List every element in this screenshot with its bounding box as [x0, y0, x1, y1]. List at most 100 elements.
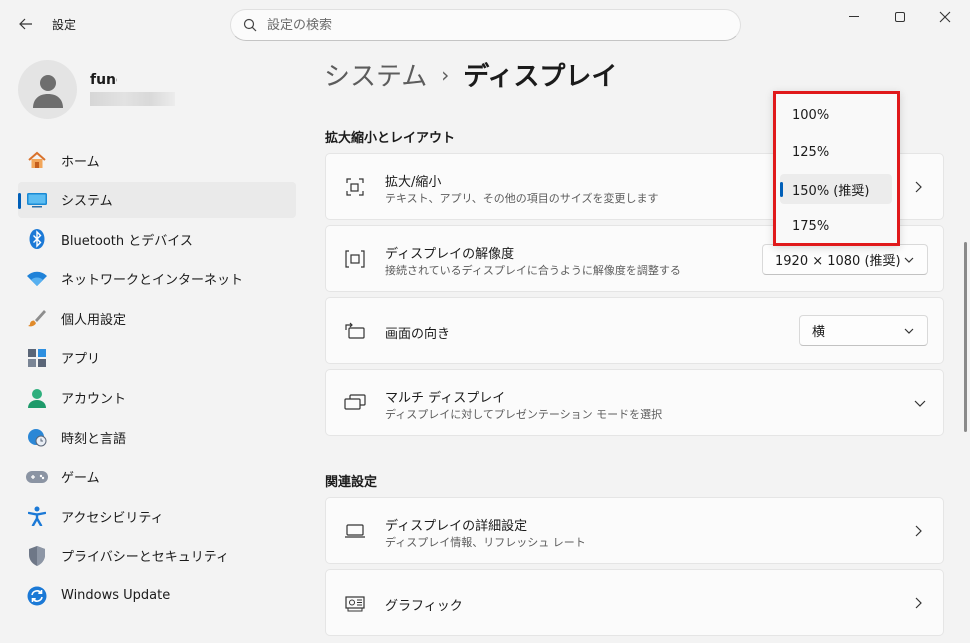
sidebar-item-label: アカウント [61, 392, 127, 408]
scale-options-popup: 100% 125% 150% (推奨) 175% [773, 91, 900, 246]
sidebar-item-label: Windows Update [61, 588, 171, 604]
bluetooth-icon [26, 228, 48, 250]
search-input[interactable] [267, 17, 687, 33]
multi-display-icon [344, 392, 366, 414]
sidebar-item-label: Bluetooth とデバイス [61, 233, 193, 249]
section-title-layout: 拡大縮小とレイアウト [325, 131, 456, 146]
sidebar-item-apps[interactable]: アプリ [18, 340, 296, 376]
sidebar-item-label: 時刻と言語 [61, 431, 127, 447]
user-avatar-icon [32, 74, 63, 108]
accessibility-icon [26, 505, 48, 527]
app-title: 設定 [52, 18, 77, 32]
scale-option-150[interactable]: 150% (推奨) [780, 174, 892, 204]
time-language-icon [26, 426, 48, 448]
sidebar-item-label: システム [61, 194, 113, 210]
sidebar-item-label: アプリ [61, 352, 101, 368]
selected-indicator [780, 182, 783, 197]
advanced-display-subtitle: ディスプレイ情報、リフレッシュ レート [385, 536, 586, 549]
graphics-title: グラフィック [385, 599, 463, 614]
scale-title: 拡大/縮小 [385, 175, 442, 190]
scale-icon [344, 176, 366, 198]
multi-display-card[interactable]: マルチ ディスプレイ ディスプレイに対してプレゼンテーション モードを選択 [325, 369, 944, 436]
wifi-icon [26, 268, 48, 290]
sidebar-item-label: 個人用設定 [61, 312, 127, 328]
orientation-icon [344, 320, 366, 342]
scale-option-100[interactable]: 100% [780, 100, 892, 130]
back-button[interactable] [14, 12, 38, 36]
graphics-card[interactable]: グラフィック [325, 569, 944, 636]
home-icon [26, 149, 48, 171]
scale-option-150-label: 150% (推奨) [792, 183, 870, 199]
resolution-dropdown[interactable]: 1920 × 1080 (推奨) [762, 244, 928, 275]
brush-icon [26, 307, 48, 329]
orientation-dropdown[interactable]: 横 [799, 315, 928, 346]
resolution-icon [344, 248, 366, 270]
sidebar-item-label: ホーム [61, 154, 100, 170]
close-button[interactable] [930, 6, 960, 28]
sidebar-item-label: ネットワークとインターネット [61, 273, 244, 289]
chevron-down-icon [904, 328, 914, 334]
sidebar-item-privacy[interactable]: プライバシーとセキュリティ [18, 538, 296, 574]
chevron-right-icon [915, 525, 922, 537]
back-arrow-icon [19, 18, 32, 30]
sidebar-item-gaming[interactable]: ゲーム [18, 459, 296, 495]
profile-email-redacted [90, 92, 175, 106]
advanced-display-card[interactable]: ディスプレイの詳細設定 ディスプレイ情報、リフレッシュ レート [325, 497, 944, 564]
graphics-card-icon [344, 592, 366, 614]
sidebar-item-accessibility[interactable]: アクセシビリティ [18, 498, 296, 534]
sidebar-item-network[interactable]: ネットワークとインターネット [18, 261, 296, 297]
account-icon [26, 387, 48, 409]
minimize-button[interactable] [839, 6, 869, 28]
sidebar-item-label: ゲーム [61, 471, 100, 487]
chevron-right-icon [915, 181, 922, 193]
shield-icon [26, 545, 48, 567]
minimize-icon [849, 16, 859, 17]
page-title: システム › ディスプレイ [324, 56, 617, 93]
sidebar-item-personalization[interactable]: 個人用設定 [18, 300, 296, 336]
user-profile[interactable]: func [18, 60, 288, 120]
sidebar-item-system[interactable]: システム [18, 181, 296, 218]
update-icon [26, 585, 48, 607]
sidebar-nav: ホーム システム Bluetooth とデバイス ネットワークとインターネット … [18, 142, 296, 617]
scale-option-125[interactable]: 125% [780, 137, 892, 167]
sidebar-item-bluetooth[interactable]: Bluetooth とデバイス [18, 221, 296, 257]
multi-display-subtitle: ディスプレイに対してプレゼンテーション モードを選択 [385, 408, 663, 421]
breadcrumb-display: ディスプレイ [463, 62, 618, 92]
orientation-value: 横 [812, 325, 826, 340]
multi-display-title: マルチ ディスプレイ [385, 391, 506, 406]
search-icon [243, 18, 257, 32]
scale-option-175[interactable]: 175% [780, 211, 892, 241]
section-title-related: 関連設定 [325, 475, 378, 490]
search-box[interactable] [230, 9, 741, 41]
avatar [18, 60, 77, 119]
sidebar-item-label: プライバシーとセキュリティ [61, 550, 229, 566]
sidebar-item-home[interactable]: ホーム [18, 142, 296, 178]
active-indicator [18, 192, 21, 209]
scale-subtitle: テキスト、アプリ、その他の項目のサイズを変更します [385, 192, 659, 205]
profile-name: func [90, 72, 117, 88]
gamepad-icon [26, 466, 48, 488]
maximize-icon [895, 12, 905, 22]
breadcrumb-separator: › [441, 62, 450, 87]
scrollbar[interactable] [964, 242, 967, 432]
chevron-down-icon [904, 257, 914, 263]
chevron-right-icon [915, 597, 922, 609]
orientation-card: 画面の向き 横 [325, 297, 944, 364]
system-icon [26, 189, 48, 211]
advanced-display-title: ディスプレイの詳細設定 [385, 519, 528, 534]
resolution-title: ディスプレイの解像度 [385, 247, 515, 262]
maximize-button[interactable] [885, 6, 915, 28]
close-icon [939, 11, 951, 23]
resolution-value: 1920 × 1080 (推奨) [775, 254, 901, 269]
resolution-subtitle: 接続されているディスプレイに合うように解像度を調整する [385, 264, 681, 277]
sidebar-item-time-language[interactable]: 時刻と言語 [18, 419, 296, 455]
sidebar-item-label: アクセシビリティ [61, 510, 164, 526]
monitor-icon [344, 520, 366, 542]
title-bar: 設定 [0, 0, 970, 48]
breadcrumb-system[interactable]: システム [324, 56, 427, 93]
chevron-down-icon[interactable] [913, 398, 927, 410]
sidebar-item-accounts[interactable]: アカウント [18, 380, 296, 416]
orientation-title: 画面の向き [385, 327, 451, 342]
apps-icon [26, 347, 48, 369]
sidebar-item-windows-update[interactable]: Windows Update [18, 578, 296, 614]
